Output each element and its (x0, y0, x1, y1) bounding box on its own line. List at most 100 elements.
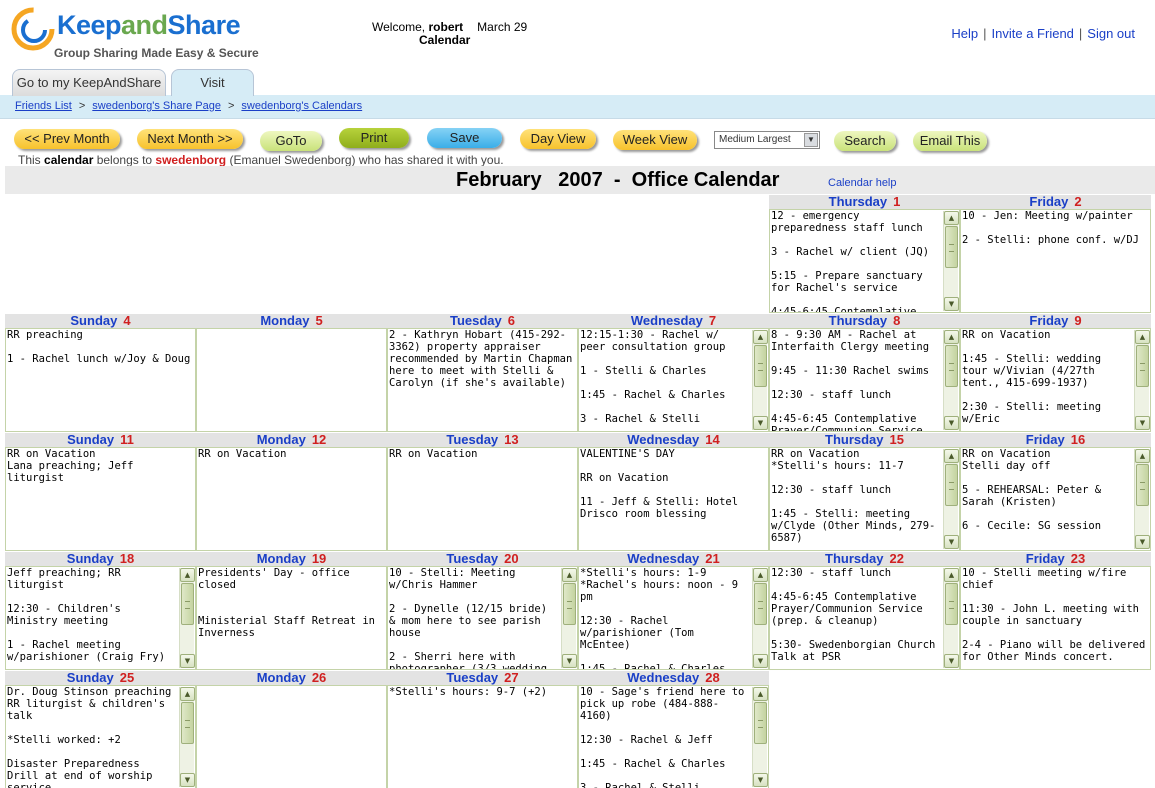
scroll-up-icon[interactable]: ▲ (180, 687, 195, 701)
day-header[interactable]: Sunday 18 (5, 552, 196, 566)
day-cell[interactable]: RR on Vacation Stelli day off 5 - REHEAR… (960, 447, 1151, 551)
scroll-down-icon[interactable]: ▼ (753, 773, 768, 787)
day-events-text[interactable]: VALENTINE'S DAY RR on Vacation 11 - Jeff… (580, 448, 766, 550)
day-cell[interactable]: 10 - Stelli: Meeting w/Chris Hammer 2 - … (387, 566, 578, 670)
prev-month-button[interactable]: << Prev Month (14, 129, 120, 149)
day-cell[interactable]: RR on Vacation Lana preaching; Jeff litu… (5, 447, 196, 551)
scroll-thumb[interactable] (945, 464, 958, 506)
day-cell[interactable]: RR on Vacation 1:45 - Stelli: wedding to… (960, 328, 1151, 432)
day-cell[interactable]: RR on Vacation (196, 447, 387, 551)
day-header[interactable]: Thursday 22 (769, 552, 960, 566)
scroll-thumb[interactable] (754, 345, 767, 387)
day-view-button[interactable]: Day View (520, 129, 596, 149)
day-events-text[interactable]: 12:15-1:30 - Rachel w/ peer consultation… (580, 329, 750, 431)
day-header[interactable]: Tuesday 6 (387, 314, 578, 328)
day-header[interactable]: Monday 19 (196, 552, 387, 566)
invite-friend-link[interactable]: Invite a Friend (992, 26, 1074, 41)
day-cell[interactable]: 8 - 9:30 AM - Rachel at Interfaith Clerg… (769, 328, 960, 432)
scroll-down-icon[interactable]: ▼ (180, 773, 195, 787)
day-events-text[interactable]: 10 - Jen: Meeting w/painter 2 - Stelli: … (962, 210, 1148, 312)
day-header[interactable]: Wednesday 14 (578, 433, 769, 447)
scroll-up-icon[interactable]: ▲ (753, 568, 768, 582)
day-events-text[interactable]: 10 - Stelli: Meeting w/Chris Hammer 2 - … (389, 567, 559, 669)
sign-out-link[interactable]: Sign out (1087, 26, 1135, 41)
calendar-help-link[interactable]: Calendar help (828, 177, 897, 189)
scrollbar[interactable]: ▲ ▼ (561, 568, 577, 668)
day-header[interactable]: Friday 2 (960, 195, 1151, 209)
day-events-text[interactable]: RR on Vacation Stelli day off 5 - REHEAR… (962, 448, 1132, 550)
scrollbar[interactable]: ▲ ▼ (943, 330, 959, 430)
scroll-up-icon[interactable]: ▲ (944, 568, 959, 582)
day-header[interactable]: Tuesday 13 (387, 433, 578, 447)
scroll-down-icon[interactable]: ▼ (944, 654, 959, 668)
day-cell[interactable]: RR preaching 1 - Rachel lunch w/Joy & Do… (5, 328, 196, 432)
day-cell[interactable]: *Stelli's hours: 1-9 *Rachel's hours: no… (578, 566, 769, 670)
scrollbar[interactable]: ▲ ▼ (752, 330, 768, 430)
day-events-text[interactable] (198, 329, 384, 431)
day-cell[interactable]: 10 - Jen: Meeting w/painter 2 - Stelli: … (960, 209, 1151, 313)
day-cell[interactable]: VALENTINE'S DAY RR on Vacation 11 - Jeff… (578, 447, 769, 551)
day-cell[interactable]: Presidents' Day - office closed Minister… (196, 566, 387, 670)
scroll-thumb[interactable] (754, 702, 767, 744)
day-events-text[interactable]: Dr. Doug Stinson preaching RR liturgist … (7, 686, 177, 788)
day-header[interactable]: Tuesday 20 (387, 552, 578, 566)
day-header[interactable]: Tuesday 27 (387, 671, 578, 685)
email-this-button[interactable]: Email This (913, 131, 987, 151)
scroll-down-icon[interactable]: ▼ (944, 416, 959, 430)
day-cell[interactable]: 12:30 - staff lunch 4:45-6:45 Contemplat… (769, 566, 960, 670)
scroll-up-icon[interactable]: ▲ (753, 687, 768, 701)
scroll-down-icon[interactable]: ▼ (1135, 535, 1150, 549)
scrollbar[interactable]: ▲ ▼ (752, 568, 768, 668)
scrollbar[interactable]: ▲ ▼ (943, 449, 959, 549)
scroll-down-icon[interactable]: ▼ (562, 654, 577, 668)
scroll-up-icon[interactable]: ▲ (944, 330, 959, 344)
goto-button[interactable]: GoTo (260, 131, 322, 151)
day-header[interactable]: Monday 12 (196, 433, 387, 447)
day-header[interactable]: Monday 5 (196, 314, 387, 328)
day-header[interactable]: Sunday 25 (5, 671, 196, 685)
day-cell[interactable]: 12 - emergency preparedness staff lunch … (769, 209, 960, 313)
print-button[interactable]: Print (339, 128, 409, 148)
scroll-thumb[interactable] (181, 702, 194, 744)
day-events-text[interactable]: RR on Vacation 1:45 - Stelli: wedding to… (962, 329, 1132, 431)
day-events-text[interactable]: RR on Vacation *Stelli's hours: 11-7 12:… (771, 448, 941, 550)
day-events-text[interactable]: 12 - emergency preparedness staff lunch … (771, 210, 941, 312)
scrollbar[interactable]: ▲ ▼ (179, 687, 195, 787)
keepandshare-logo[interactable]: KeepandShare Group Sharing Made Easy & S… (10, 4, 260, 62)
scroll-up-icon[interactable]: ▲ (1135, 449, 1150, 463)
day-header[interactable]: Friday 9 (960, 314, 1151, 328)
day-events-text[interactable]: RR on Vacation (198, 448, 384, 550)
scroll-thumb[interactable] (945, 583, 958, 625)
day-header[interactable]: Thursday 15 (769, 433, 960, 447)
day-events-text[interactable]: 10 - Sage's friend here to pick up robe … (580, 686, 750, 788)
scroll-up-icon[interactable]: ▲ (944, 211, 959, 225)
day-header[interactable]: Sunday 11 (5, 433, 196, 447)
day-cell[interactable]: 12:15-1:30 - Rachel w/ peer consultation… (578, 328, 769, 432)
day-header[interactable]: Monday 26 (196, 671, 387, 685)
day-events-text[interactable]: Presidents' Day - office closed Minister… (198, 567, 384, 669)
day-events-text[interactable]: *Stelli's hours: 9-7 (+2) (389, 686, 575, 788)
scrollbar[interactable]: ▲ ▼ (752, 687, 768, 787)
day-cell[interactable]: RR on Vacation *Stelli's hours: 11-7 12:… (769, 447, 960, 551)
next-month-button[interactable]: Next Month >> (137, 129, 243, 149)
day-cell[interactable]: 10 - Sage's friend here to pick up robe … (578, 685, 769, 788)
day-events-text[interactable]: *Stelli's hours: 1-9 *Rachel's hours: no… (580, 567, 750, 669)
scroll-thumb[interactable] (945, 226, 958, 268)
day-cell[interactable]: Jeff preaching; RR liturgist 12:30 - Chi… (5, 566, 196, 670)
day-events-text[interactable]: 2 - Kathryn Hobart (415-292-3362) proper… (389, 329, 575, 431)
scroll-up-icon[interactable]: ▲ (562, 568, 577, 582)
day-header[interactable]: Wednesday 28 (578, 671, 769, 685)
tab-go-to-my-keepandshare[interactable]: Go to my KeepAndShare (12, 69, 166, 96)
day-events-text[interactable]: RR on Vacation Lana preaching; Jeff litu… (7, 448, 193, 550)
scroll-down-icon[interactable]: ▼ (1135, 416, 1150, 430)
day-cell[interactable]: 10 - Stelli meeting w/fire chief 11:30 -… (960, 566, 1151, 670)
day-header[interactable]: Sunday 4 (5, 314, 196, 328)
breadcrumb-share-page[interactable]: swedenborg's Share Page (92, 100, 221, 112)
day-cell[interactable] (196, 328, 387, 432)
day-header[interactable]: Thursday 8 (769, 314, 960, 328)
scrollbar[interactable]: ▲ ▼ (943, 211, 959, 311)
help-link[interactable]: Help (951, 26, 978, 41)
scroll-down-icon[interactable]: ▼ (180, 654, 195, 668)
scroll-thumb[interactable] (945, 345, 958, 387)
scroll-thumb[interactable] (1136, 345, 1149, 387)
